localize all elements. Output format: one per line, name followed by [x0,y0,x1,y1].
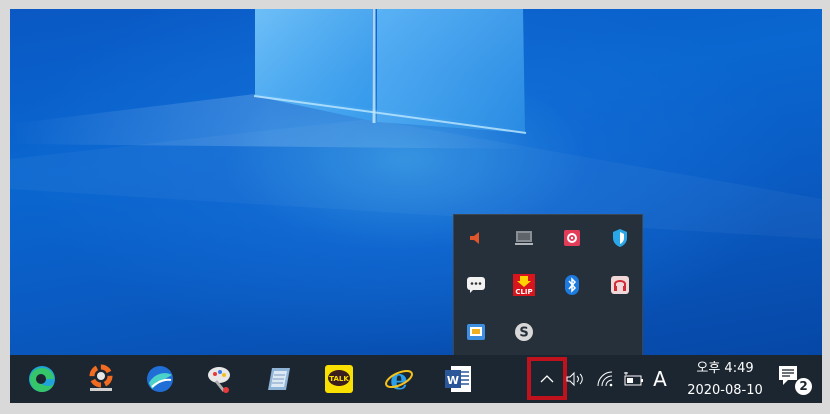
svg-text:e: e [390,363,408,395]
remote-app-icon[interactable] [454,313,498,351]
chat-bubble-icon[interactable] [454,266,498,304]
clock[interactable]: 오후 4:49 2020-08-10 [675,359,775,401]
wallpaper-light-beams [10,9,822,239]
word-icon[interactable]: W [434,355,482,403]
clock-time: 오후 4:49 [696,361,754,376]
chevron-up-icon [540,374,554,382]
browser-icon[interactable] [136,355,184,403]
internet-explorer-icon[interactable]: e [375,355,423,403]
clock-date: 2020-08-10 [687,383,763,398]
kakaotalk-icon[interactable]: TALK [315,355,363,403]
edge-icon[interactable] [18,355,66,403]
bluetooth-icon[interactable] [550,266,594,304]
headset-icon[interactable] [598,266,642,304]
skype-icon[interactable]: S [502,313,546,351]
clip-download-icon[interactable]: CLIP [502,266,546,304]
svg-text:S: S [519,326,528,341]
notepad-icon[interactable] [255,355,303,403]
clip-label: CLIP [515,288,532,296]
taskbar: TALK e W A 오후 4:49 2020-08-10 2 [10,355,822,403]
hidden-icons-flyout: CLIP S [453,214,643,355]
app-settings-icon[interactable] [550,219,594,257]
paint-tool-icon[interactable] [196,355,244,403]
monitor-icon[interactable] [502,219,546,257]
volume-icon[interactable] [565,355,587,403]
desktop-wallpaper [10,9,822,355]
notification-count-badge: 2 [795,378,812,395]
action-center-button[interactable]: 2 [772,363,812,397]
speaker-muted-icon[interactable] [454,219,498,257]
kakaotalk-label: TALK [329,375,349,383]
battery-icon[interactable] [621,355,645,403]
svg-text:W: W [447,374,459,387]
security-shield-icon[interactable] [598,219,642,257]
show-hidden-icons-button[interactable] [527,357,567,400]
input-method-indicator[interactable]: A [650,367,670,391]
photoscape-icon[interactable] [77,355,125,403]
wifi-icon[interactable] [595,355,617,403]
